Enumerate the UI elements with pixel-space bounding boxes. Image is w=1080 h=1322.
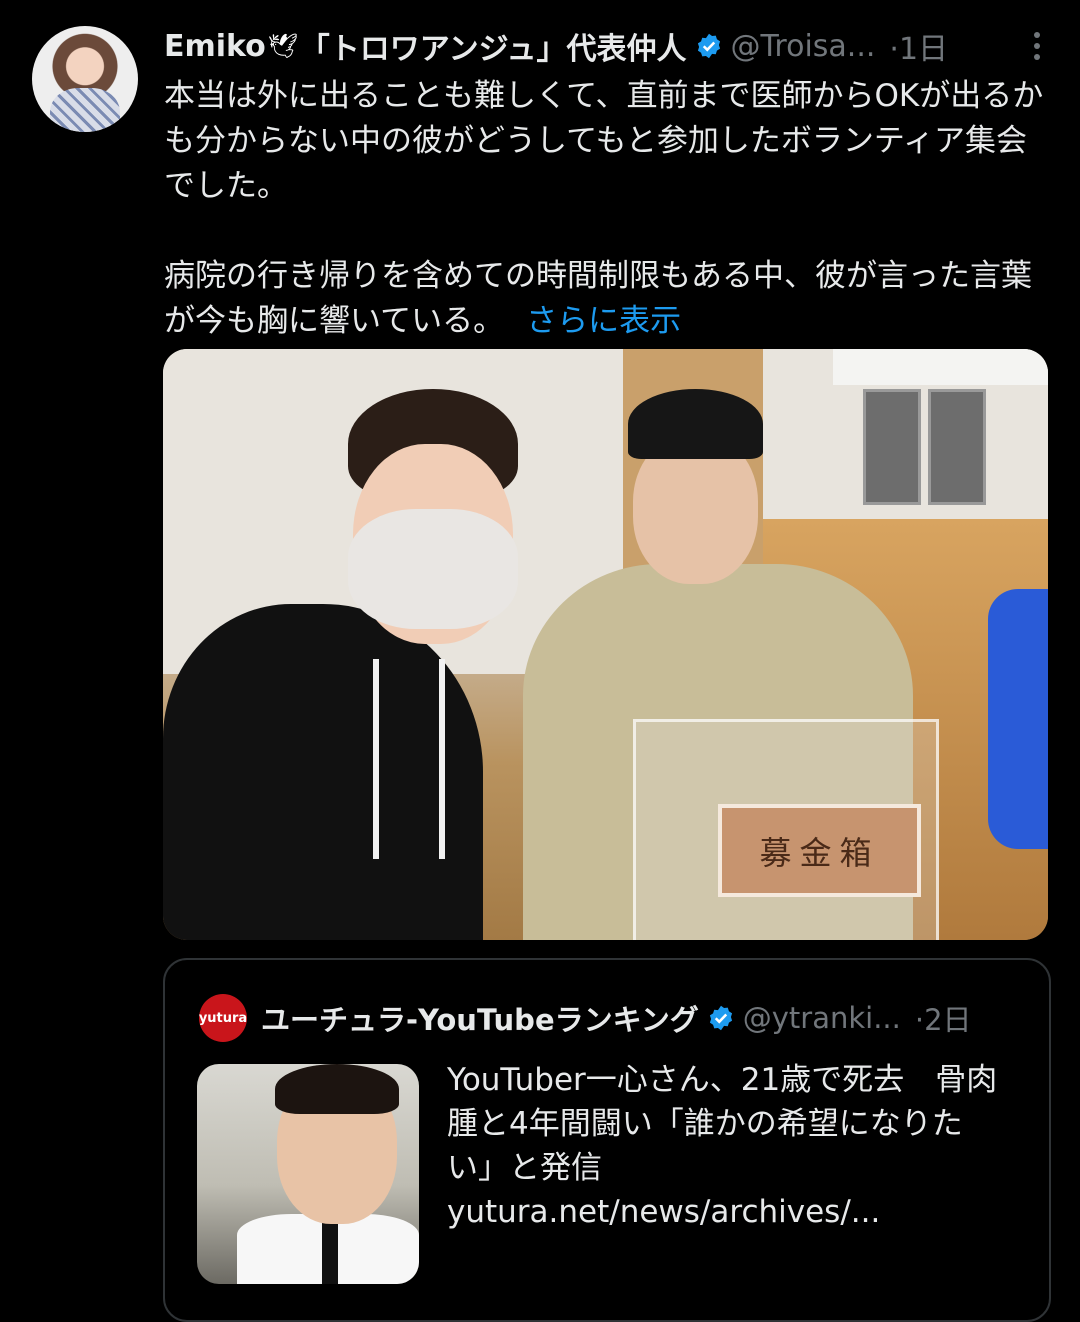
quoted-timestamp[interactable]: ·2日 <box>915 997 972 1039</box>
verified-badge-icon <box>709 1005 732 1031</box>
photo-person-edge <box>988 589 1048 849</box>
photo-person-left <box>163 389 518 940</box>
verified-badge-icon <box>697 33 720 59</box>
tweet-timestamp[interactable]: ·1日 <box>889 24 948 68</box>
tweet-paragraph-2: 病院の行き帰りを含めての時間制限もある中、彼が言った言葉が今も胸に響いている。さ… <box>164 254 1054 344</box>
tweet-paragraph-1: 本当は外に出ることも難しくて、直前まで医師からOKが出るかも分からない中の彼がど… <box>164 78 1044 204</box>
donation-box-label: 募金箱 <box>718 804 921 897</box>
quoted-handle[interactable]: @ytranki... <box>743 1001 901 1035</box>
author-name[interactable]: Emiko <box>164 29 266 64</box>
show-more-link[interactable]: さらに表示 <box>526 303 681 339</box>
quoted-tweet-card[interactable]: yutura ユーチュラ-YouTubeランキング @ytranki... ·2… <box>163 958 1051 1322</box>
avatar-image <box>50 88 120 132</box>
quoted-link-url[interactable]: yutura.net/news/archives/... <box>447 1190 1017 1234</box>
author-title[interactable]: 「トロワアンジュ」代表仲人 <box>300 24 687 68</box>
tweet-photo[interactable]: 募金箱 <box>163 349 1048 940</box>
dove-icon: 🕊 <box>267 32 299 60</box>
quoted-headline-line: 腫と4年間闘い「誰かの希望になりた <box>447 1106 963 1142</box>
quoted-link-preview[interactable]: YouTuber一心さん、21歳で死去 骨肉 腫と4年間闘い「誰かの希望になりた… <box>447 1058 1017 1234</box>
more-options-icon[interactable] <box>1022 24 1052 68</box>
quoted-headline-line: い」と発信 <box>447 1150 602 1186</box>
yutura-logo[interactable]: yutura <box>199 994 247 1042</box>
tweet-header: Emiko 🕊 「トロワアンジュ」代表仲人 @Troisa... ·1日 <box>164 24 1052 68</box>
photo-chair <box>928 389 986 505</box>
quoted-thumbnail[interactable] <box>197 1064 419 1284</box>
tweet-text: 本当は外に出ることも難しくて、直前まで医師からOKが出るかも分からない中の彼がど… <box>164 74 1054 344</box>
author-avatar[interactable] <box>32 26 138 132</box>
quoted-headline-line: YouTuber一心さん、21歳で死去 骨肉 <box>447 1062 998 1098</box>
quoted-header: yutura ユーチュラ-YouTubeランキング @ytranki... ·2… <box>199 994 1019 1042</box>
quoted-author-name[interactable]: ユーチュラ-YouTubeランキング <box>261 997 699 1039</box>
author-handle[interactable]: @Troisa... <box>731 29 876 64</box>
